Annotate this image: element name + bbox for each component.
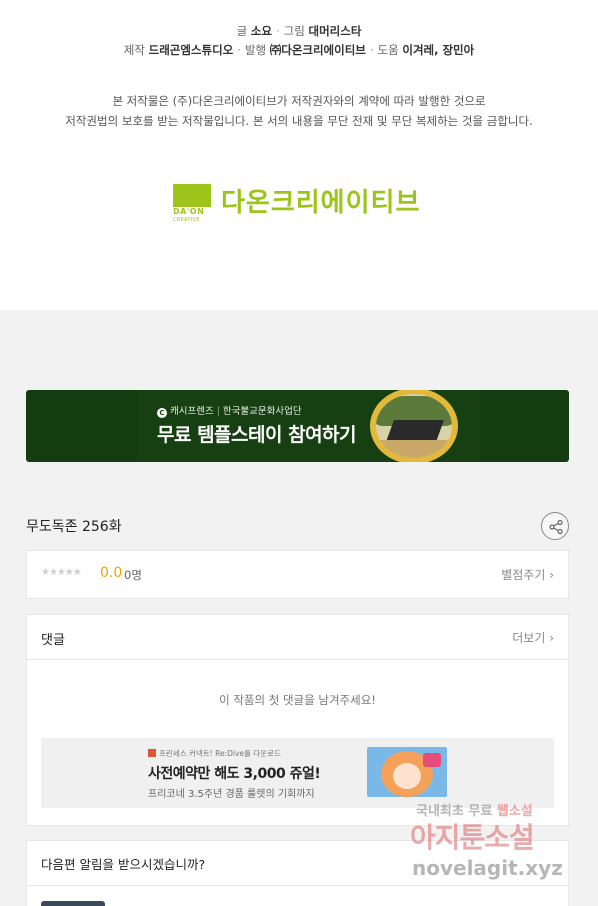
- publisher-logo: DA'ON CREATIVE 다온크리에이티브: [173, 184, 433, 224]
- share-button[interactable]: [541, 512, 569, 540]
- production-name: 드래곤엠스튜디오: [148, 43, 234, 57]
- comments-title: 댓글: [41, 633, 65, 648]
- banner-brand-line: C 캐시프렌즈 | 한국불교문화사업단: [157, 403, 302, 418]
- logo-mark: DA'ON CREATIVE: [173, 184, 211, 224]
- game-ad-banner[interactable]: 프린세스 커넥트! Re:Dive를 다운로드 사전예약만 해도 3,000 쥬…: [41, 738, 554, 808]
- notify-question: 다음편 알림을 받으시겠습니까?: [41, 857, 206, 872]
- ad-description: 프리코네 3.5주년 경품 룰렛의 기회까지: [148, 789, 315, 800]
- cashfriends-icon: C: [157, 408, 167, 418]
- comments-card: 댓글 더보기 › 이 작품의 첫 댓글을 남겨주세요! 프린세스 커넥트! Re…: [26, 614, 569, 826]
- watermark-line2: 아지툰소설: [410, 821, 535, 854]
- publisher-name: ㈜다온크리에이티브: [269, 43, 366, 57]
- assist-names: 이겨레, 장민아: [402, 43, 475, 57]
- temple-image: [370, 390, 458, 462]
- site-watermark: 국내최초 무료 웹소설 아지툰소설 novelagit.xyz: [410, 800, 590, 890]
- ad-caption-text: 프린세스 커넥트! Re:Dive를 다운로드: [159, 749, 281, 758]
- rating-count: 0명: [124, 568, 142, 582]
- credit-line-production: 제작 드래곤엠스튜디오 · 발행 ㈜다온크리에이티브 · 도움 이겨레, 장민아: [123, 43, 475, 57]
- episode-title: 무도독존 256화: [26, 519, 122, 535]
- watermark-line3: novelagit.xyz: [412, 856, 563, 880]
- banner-sponsor: 한국불교문화사업단: [222, 406, 302, 417]
- more-comments-button[interactable]: 더보기 ›: [512, 629, 554, 646]
- credit-line-authors: 글 소요 · 그림 대머리스타: [236, 24, 362, 38]
- empty-comments-message: 이 작품의 첫 댓글을 남겨주세요!: [219, 693, 376, 707]
- ad-caption: 프린세스 커넥트! Re:Dive를 다운로드: [148, 748, 281, 759]
- copyright-notice-line2: 저작권법의 보호를 받는 저작물입니다. 본 서의 내용을 무단 전재 및 무단…: [65, 114, 533, 128]
- logo-wordmark: 다온크리에이티브: [221, 188, 421, 218]
- comments-header: 댓글 더보기 ›: [27, 615, 568, 660]
- assist-label: 도움: [377, 43, 399, 57]
- logo-mark-subtext: CREATIVE: [173, 217, 200, 223]
- banner-brand: 캐시프렌즈: [170, 406, 214, 417]
- ad-title: 사전예약만 해도 3,000 쥬얼!: [148, 766, 321, 782]
- rate-button[interactable]: 별점주기 ›: [501, 566, 554, 583]
- artist-name: 대머리스타: [308, 24, 362, 38]
- logo-mark-text: DA'ON: [173, 207, 205, 216]
- game-app-icon: [148, 749, 156, 757]
- rating-stars: ★★★★★: [41, 567, 82, 578]
- writer-name: 소요: [250, 24, 273, 38]
- writer-label: 글: [236, 24, 248, 38]
- notify-thumbnail[interactable]: [41, 901, 105, 906]
- banner-title: 무료 템플스테이 참여하기: [157, 424, 357, 446]
- temple-stay-banner-ad[interactable]: C 캐시프렌즈 | 한국불교문화사업단 무료 템플스테이 참여하기: [26, 390, 569, 462]
- publisher-label: 발행: [244, 43, 267, 57]
- rating-score: 0.0: [100, 565, 123, 581]
- ad-character-image: [367, 747, 447, 797]
- share-icon: [549, 519, 563, 535]
- production-label: 제작: [123, 43, 145, 57]
- rating-card: ★★★★★ 0.0 0명 별점주기 ›: [26, 550, 569, 599]
- episode-title-row: 무도독존 256화: [26, 512, 569, 540]
- copyright-notice-line1: 본 저작물은 (주)다온크리에이티브가 저작권자와의 계약에 따라 발행한 것으…: [112, 94, 486, 108]
- credits-section: 글 소요 · 그림 대머리스타 제작 드래곤엠스튜디오 · 발행 ㈜다온크리에이티브 · 도…: [0, 0, 598, 310]
- artist-label: 그림: [283, 24, 305, 38]
